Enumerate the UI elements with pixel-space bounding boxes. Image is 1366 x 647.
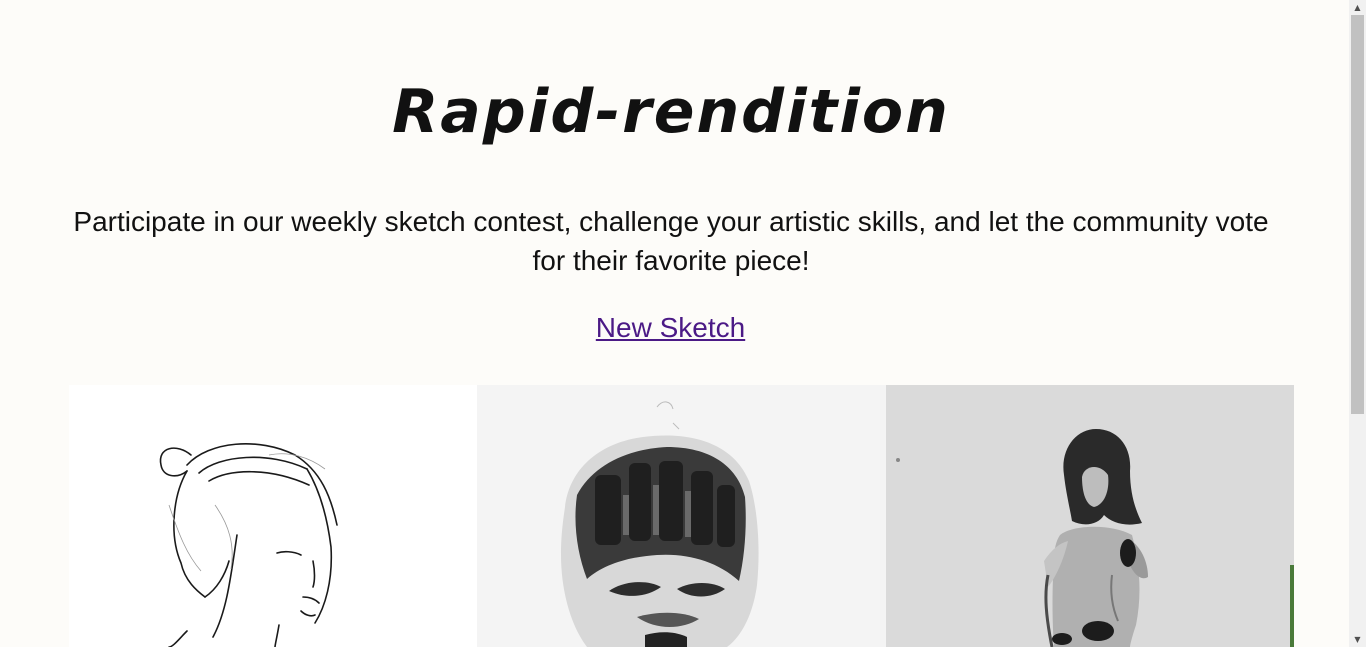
gallery-item-charcoal-head[interactable]: [477, 385, 886, 647]
charcoal-head-image: [477, 385, 886, 647]
line-portrait-image: [69, 385, 478, 647]
new-sketch-link[interactable]: New Sketch: [596, 312, 745, 343]
new-sketch-container: New Sketch: [0, 308, 1341, 348]
sketch-gallery: [69, 385, 1294, 647]
tagline: Participate in our weekly sketch contest…: [73, 206, 1269, 276]
gallery-item-ink-figure[interactable]: [885, 385, 1294, 647]
site-title: Rapid-rendition: [392, 77, 950, 147]
ink-figure-image: [885, 385, 1294, 647]
arrow-up-icon[interactable]: ▲: [1349, 0, 1366, 15]
page: Rapid-rendition Participate in our weekl…: [0, 0, 1349, 647]
arrow-down-icon[interactable]: ▼: [1349, 632, 1366, 647]
vertical-scrollbar[interactable]: ▲ ▼: [1349, 0, 1366, 647]
gallery-item-line-portrait[interactable]: [69, 385, 478, 647]
scrollbar-thumb[interactable]: [1351, 15, 1364, 414]
